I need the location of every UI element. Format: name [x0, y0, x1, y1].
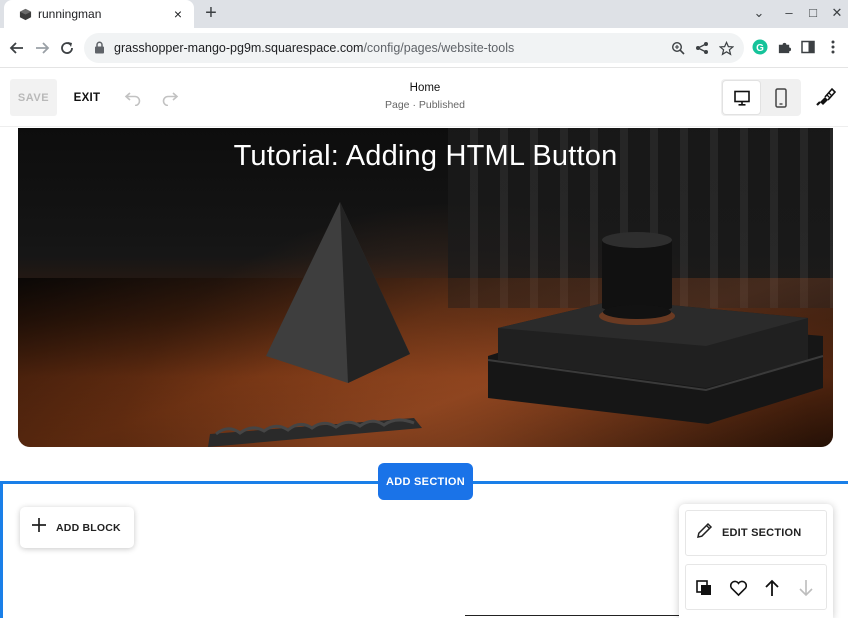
duplicate-icon[interactable]	[692, 576, 716, 600]
browser-tab-strip: runningman × + ⌄ – □ ✕	[0, 0, 848, 28]
section-frame	[0, 481, 3, 618]
forward-arrow-icon[interactable]	[31, 37, 53, 59]
address-bar[interactable]: grasshopper-mango-pg9m.squarespace.com/c…	[84, 33, 744, 63]
minimize-icon[interactable]: –	[778, 2, 800, 24]
url-host: grasshopper-mango-pg9m.squarespace.com	[114, 41, 364, 55]
window-close-icon[interactable]: ✕	[826, 2, 848, 24]
maximize-icon[interactable]: □	[802, 2, 824, 24]
plus-icon	[32, 518, 46, 537]
arrow-up-icon[interactable]	[760, 576, 784, 600]
puzzle-icon[interactable]	[775, 38, 793, 56]
lock-icon	[94, 41, 106, 55]
side-panel-icon[interactable]	[799, 38, 817, 56]
hero-photo-art	[208, 202, 824, 447]
browser-toolbar: grasshopper-mango-pg9m.squarespace.com/c…	[0, 28, 848, 68]
add-section-button[interactable]: ADD SECTION	[378, 463, 473, 500]
new-tab-button[interactable]: +	[200, 2, 222, 24]
zoom-icon[interactable]	[670, 40, 686, 56]
edit-section-label: EDIT SECTION	[722, 527, 802, 539]
cube-favicon-icon	[18, 7, 32, 21]
section-toolbar: EDIT SECTION	[679, 504, 833, 618]
tab-close-icon[interactable]: ×	[170, 6, 186, 22]
tab-title: runningman	[38, 7, 102, 21]
tab-search-icon[interactable]: ⌄	[748, 2, 770, 24]
undo-icon[interactable]	[122, 86, 144, 108]
back-arrow-icon[interactable]	[6, 37, 28, 59]
paintbrush-icon[interactable]	[813, 85, 837, 109]
heart-icon[interactable]	[726, 576, 750, 600]
svg-text:G: G	[756, 43, 764, 54]
page-canvas: Tutorial: Adding HTML Button ADD SECTION…	[0, 128, 848, 618]
add-block-label: ADD BLOCK	[56, 521, 121, 534]
content-rule	[465, 615, 679, 616]
section-tool-row	[685, 564, 827, 610]
exit-button[interactable]: EXIT	[67, 79, 107, 116]
grammarly-icon[interactable]: G	[751, 38, 769, 56]
mobile-icon[interactable]	[762, 81, 799, 114]
device-toggle	[721, 79, 801, 116]
redo-icon[interactable]	[159, 86, 181, 108]
hero-banner[interactable]: Tutorial: Adding HTML Button	[18, 128, 833, 447]
save-button[interactable]: SAVE	[10, 79, 57, 116]
add-block-button[interactable]: ADD BLOCK	[20, 507, 134, 548]
page-title: Home	[409, 82, 441, 94]
arrow-down-icon[interactable]	[794, 576, 818, 600]
edit-section-button[interactable]: EDIT SECTION	[685, 510, 827, 556]
bookmark-star-icon[interactable]	[718, 40, 734, 56]
desktop-icon[interactable]	[723, 81, 760, 114]
editor-toolbar: SAVE EXIT Home Page · Published	[0, 69, 848, 127]
hero-title[interactable]: Tutorial: Adding HTML Button	[18, 140, 833, 173]
url-path: /config/pages/website-tools	[363, 41, 515, 55]
reload-icon[interactable]	[56, 37, 78, 59]
share-icon[interactable]	[694, 40, 710, 56]
page-status: Page · Published	[385, 99, 465, 111]
kebab-menu-icon[interactable]	[824, 38, 842, 56]
browser-tab[interactable]: runningman ×	[4, 0, 194, 28]
pencil-icon	[696, 522, 713, 544]
